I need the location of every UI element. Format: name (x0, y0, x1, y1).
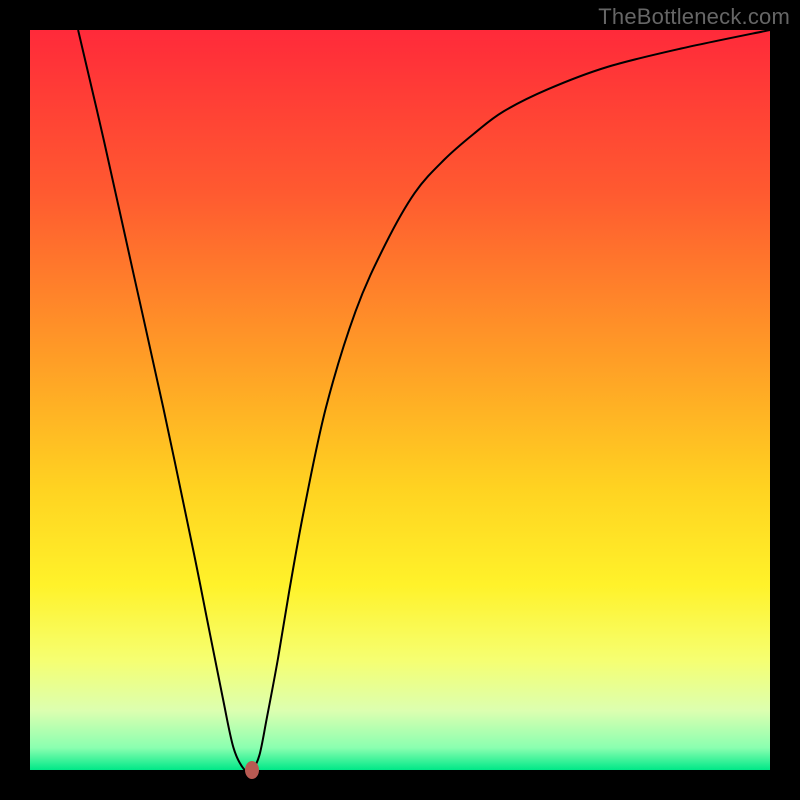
optimum-marker (245, 761, 259, 779)
plot-background (30, 30, 770, 770)
bottleneck-chart (0, 0, 800, 800)
chart-frame: TheBottleneck.com (0, 0, 800, 800)
